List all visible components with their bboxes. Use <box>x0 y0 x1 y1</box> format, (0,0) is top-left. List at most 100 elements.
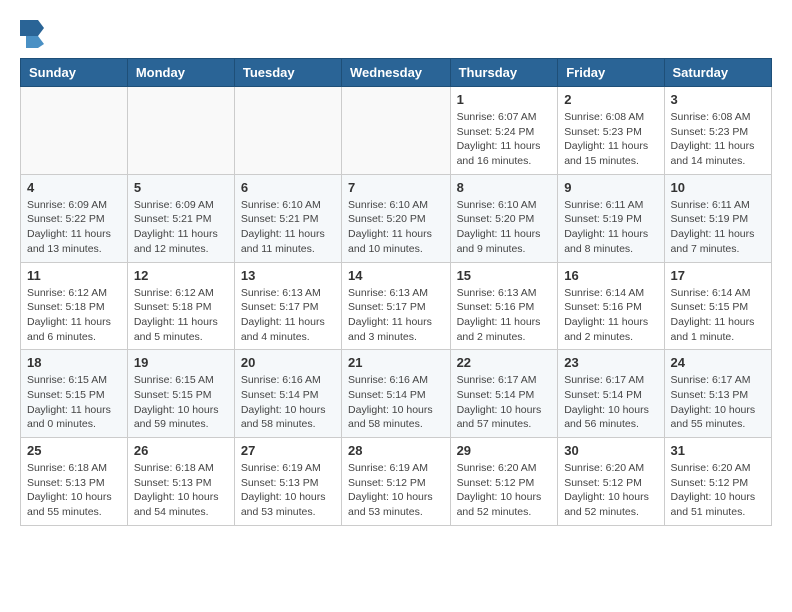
day-number: 7 <box>348 180 444 195</box>
day-number: 19 <box>134 355 228 370</box>
day-number: 27 <box>241 443 335 458</box>
calendar-cell <box>21 87 128 175</box>
calendar-cell: 6 Sunrise: 6:10 AMSunset: 5:21 PMDaylight… <box>234 174 341 262</box>
day-number: 18 <box>27 355 121 370</box>
day-info: Sunrise: 6:16 AMSunset: 5:14 PMDaylight:… <box>241 373 335 432</box>
week-row-1: 1 Sunrise: 6:07 AMSunset: 5:24 PMDaylight… <box>21 87 772 175</box>
day-number: 6 <box>241 180 335 195</box>
day-info: Sunrise: 6:16 AMSunset: 5:14 PMDaylight:… <box>348 373 444 432</box>
day-info: Sunrise: 6:13 AMSunset: 5:16 PMDaylight:… <box>457 286 552 345</box>
calendar-cell: 9 Sunrise: 6:11 AMSunset: 5:19 PMDaylight… <box>558 174 664 262</box>
day-number: 31 <box>671 443 765 458</box>
day-info: Sunrise: 6:20 AMSunset: 5:12 PMDaylight:… <box>457 461 552 520</box>
day-number: 10 <box>671 180 765 195</box>
day-info: Sunrise: 6:12 AMSunset: 5:18 PMDaylight:… <box>134 286 228 345</box>
week-row-3: 11 Sunrise: 6:12 AMSunset: 5:18 PMDayligh… <box>21 262 772 350</box>
day-number: 26 <box>134 443 228 458</box>
day-info: Sunrise: 6:09 AMSunset: 5:21 PMDaylight:… <box>134 198 228 257</box>
logo-icon <box>20 20 44 48</box>
day-number: 9 <box>564 180 657 195</box>
calendar-cell: 14 Sunrise: 6:13 AMSunset: 5:17 PMDayligh… <box>342 262 451 350</box>
weekday-header-thursday: Thursday <box>450 59 558 87</box>
week-row-2: 4 Sunrise: 6:09 AMSunset: 5:22 PMDaylight… <box>21 174 772 262</box>
calendar-cell: 5Sunrise: 6:09 AMSunset: 5:21 PMDaylight… <box>127 174 234 262</box>
calendar-cell: 18 Sunrise: 6:15 AMSunset: 5:15 PMDayligh… <box>21 350 128 438</box>
day-info: Sunrise: 6:17 AMSunset: 5:13 PMDaylight:… <box>671 373 765 432</box>
calendar-cell: 23 Sunrise: 6:17 AMSunset: 5:14 PMDayligh… <box>558 350 664 438</box>
day-number: 4 <box>27 180 121 195</box>
weekday-header-saturday: Saturday <box>664 59 771 87</box>
day-info: Sunrise: 6:18 AMSunset: 5:13 PMDaylight:… <box>134 461 228 520</box>
calendar-cell: 19 Sunrise: 6:15 AMSunset: 5:15 PMDayligh… <box>127 350 234 438</box>
day-number: 28 <box>348 443 444 458</box>
calendar-cell: 8 Sunrise: 6:10 AMSunset: 5:20 PMDaylight… <box>450 174 558 262</box>
day-number: 3 <box>671 92 765 107</box>
day-number: 17 <box>671 268 765 283</box>
weekday-header-wednesday: Wednesday <box>342 59 451 87</box>
day-number: 30 <box>564 443 657 458</box>
calendar-cell: 29 Sunrise: 6:20 AMSunset: 5:12 PMDayligh… <box>450 438 558 526</box>
calendar-cell: 13 Sunrise: 6:13 AMSunset: 5:17 PMDayligh… <box>234 262 341 350</box>
calendar-table: SundayMondayTuesdayWednesdayThursdayFrid… <box>20 58 772 526</box>
day-number: 8 <box>457 180 552 195</box>
calendar-cell: 22Sunrise: 6:17 AMSunset: 5:14 PMDayligh… <box>450 350 558 438</box>
day-info: Sunrise: 6:10 AMSunset: 5:20 PMDaylight:… <box>457 198 552 257</box>
day-info: Sunrise: 6:14 AMSunset: 5:16 PMDaylight:… <box>564 286 657 345</box>
calendar-cell: 31Sunrise: 6:20 AMSunset: 5:12 PMDayligh… <box>664 438 771 526</box>
page-header <box>20 20 772 48</box>
logo <box>20 20 48 48</box>
day-info: Sunrise: 6:08 AMSunset: 5:23 PMDaylight:… <box>564 110 657 169</box>
calendar-cell: 28Sunrise: 6:19 AMSunset: 5:12 PMDayligh… <box>342 438 451 526</box>
day-info: Sunrise: 6:13 AMSunset: 5:17 PMDaylight:… <box>348 286 444 345</box>
calendar-cell: 4 Sunrise: 6:09 AMSunset: 5:22 PMDaylight… <box>21 174 128 262</box>
day-info: Sunrise: 6:09 AMSunset: 5:22 PMDaylight:… <box>27 198 121 257</box>
calendar-cell: 7 Sunrise: 6:10 AMSunset: 5:20 PMDaylight… <box>342 174 451 262</box>
day-info: Sunrise: 6:15 AMSunset: 5:15 PMDaylight:… <box>134 373 228 432</box>
calendar-cell: 11 Sunrise: 6:12 AMSunset: 5:18 PMDayligh… <box>21 262 128 350</box>
day-number: 16 <box>564 268 657 283</box>
weekday-header-monday: Monday <box>127 59 234 87</box>
day-number: 21 <box>348 355 444 370</box>
calendar-cell: 15 Sunrise: 6:13 AMSunset: 5:16 PMDayligh… <box>450 262 558 350</box>
day-info: Sunrise: 6:19 AMSunset: 5:13 PMDaylight:… <box>241 461 335 520</box>
day-info: Sunrise: 6:11 AMSunset: 5:19 PMDaylight:… <box>671 198 765 257</box>
day-number: 22 <box>457 355 552 370</box>
day-info: Sunrise: 6:17 AMSunset: 5:14 PMDaylight:… <box>564 373 657 432</box>
day-info: Sunrise: 6:11 AMSunset: 5:19 PMDaylight:… <box>564 198 657 257</box>
calendar-cell: 21 Sunrise: 6:16 AMSunset: 5:14 PMDayligh… <box>342 350 451 438</box>
calendar-cell <box>234 87 341 175</box>
calendar-cell: 17 Sunrise: 6:14 AMSunset: 5:15 PMDayligh… <box>664 262 771 350</box>
calendar-cell: 12 Sunrise: 6:12 AMSunset: 5:18 PMDayligh… <box>127 262 234 350</box>
day-number: 23 <box>564 355 657 370</box>
calendar-cell: 10 Sunrise: 6:11 AMSunset: 5:19 PMDayligh… <box>664 174 771 262</box>
day-number: 24 <box>671 355 765 370</box>
day-info: Sunrise: 6:15 AMSunset: 5:15 PMDaylight:… <box>27 373 121 432</box>
day-number: 13 <box>241 268 335 283</box>
day-info: Sunrise: 6:10 AMSunset: 5:20 PMDaylight:… <box>348 198 444 257</box>
day-number: 25 <box>27 443 121 458</box>
calendar-cell <box>342 87 451 175</box>
day-number: 1 <box>457 92 552 107</box>
weekday-header-tuesday: Tuesday <box>234 59 341 87</box>
weekday-header-friday: Friday <box>558 59 664 87</box>
day-info: Sunrise: 6:14 AMSunset: 5:15 PMDaylight:… <box>671 286 765 345</box>
week-row-5: 25 Sunrise: 6:18 AMSunset: 5:13 PMDayligh… <box>21 438 772 526</box>
calendar-cell: 27 Sunrise: 6:19 AMSunset: 5:13 PMDayligh… <box>234 438 341 526</box>
calendar-cell: 26 Sunrise: 6:18 AMSunset: 5:13 PMDayligh… <box>127 438 234 526</box>
day-number: 15 <box>457 268 552 283</box>
day-info: Sunrise: 6:12 AMSunset: 5:18 PMDaylight:… <box>27 286 121 345</box>
day-number: 11 <box>27 268 121 283</box>
day-number: 20 <box>241 355 335 370</box>
week-row-4: 18 Sunrise: 6:15 AMSunset: 5:15 PMDayligh… <box>21 350 772 438</box>
day-number: 2 <box>564 92 657 107</box>
day-info: Sunrise: 6:07 AMSunset: 5:24 PMDaylight:… <box>457 110 552 169</box>
day-number: 14 <box>348 268 444 283</box>
calendar-cell: 24 Sunrise: 6:17 AMSunset: 5:13 PMDayligh… <box>664 350 771 438</box>
day-info: Sunrise: 6:13 AMSunset: 5:17 PMDaylight:… <box>241 286 335 345</box>
calendar-cell: 25Sunrise: 6:18 AMSunset: 5:13 PMDayligh… <box>21 438 128 526</box>
day-info: Sunrise: 6:08 AMSunset: 5:23 PMDaylight:… <box>671 110 765 169</box>
day-number: 29 <box>457 443 552 458</box>
day-info: Sunrise: 6:10 AMSunset: 5:21 PMDaylight:… <box>241 198 335 257</box>
day-number: 12 <box>134 268 228 283</box>
calendar-cell <box>127 87 234 175</box>
